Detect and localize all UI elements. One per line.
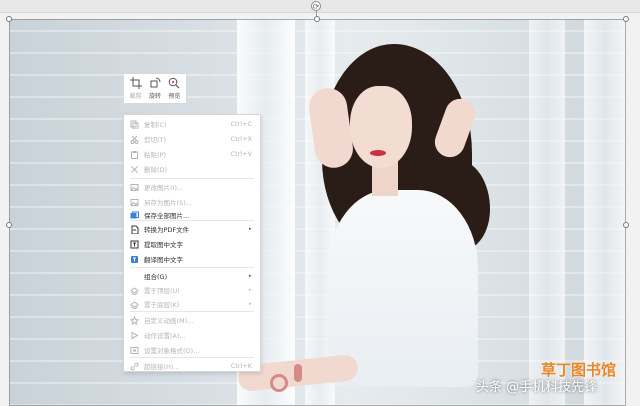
submenu-arrow-icon: ▸	[249, 226, 252, 232]
menu-separator	[130, 311, 254, 312]
menu-item-label: 设置对象格式(O)...	[144, 347, 200, 355]
menu-item-label: 删除(D)	[144, 166, 168, 174]
menu-item[interactable]: 置于顶层(U) ▸	[124, 283, 260, 297]
menu-item-label: 置于底层(K)	[144, 301, 180, 309]
paste-icon	[129, 149, 139, 159]
menu-item-label: 组合(G)	[144, 273, 168, 281]
translate-icon	[129, 254, 139, 264]
scissors-icon	[129, 134, 139, 144]
menu-item-icon-slot	[129, 271, 139, 281]
person-lips	[370, 150, 386, 156]
menu-item-label: 提取图中文字	[144, 241, 183, 249]
bring-to-front-icon	[129, 285, 139, 295]
menu-item-label: 超链接(H)...	[144, 363, 180, 371]
format-object-icon	[129, 345, 139, 355]
menu-item-label: 翻译图中文字	[144, 256, 183, 264]
menu-item[interactable]: 翻译图中文字	[124, 252, 260, 266]
crop-button[interactable]: 裁剪	[126, 77, 145, 100]
resize-handle-top-left[interactable]	[6, 16, 12, 22]
menu-item[interactable]: 提取图中文字	[124, 237, 260, 251]
menu-item-label: 另存为图片(S)...	[144, 199, 192, 207]
menu-separator	[130, 267, 254, 268]
action-icon	[129, 330, 139, 340]
menu-item-label: 自定义动画(M)...	[144, 317, 194, 325]
menu-item[interactable]: 超链接(H)... Ctrl+K	[124, 359, 260, 373]
menu-item-shortcut: Ctrl+V	[230, 150, 252, 158]
bracelet	[294, 364, 302, 382]
preview-label: 预览	[168, 93, 181, 100]
menu-item[interactable]: 置于底层(K) ▸	[124, 297, 260, 311]
menu-separator	[130, 178, 254, 179]
menu-item-shortcut: Ctrl+C	[230, 120, 252, 128]
rotate-button[interactable]: 旋转	[145, 77, 164, 100]
resize-handle-top-right[interactable]	[623, 16, 629, 22]
menu-item-label: 保存全部图片...	[144, 212, 190, 220]
picture-mini-toolbar: 裁剪 旋转 预览	[123, 73, 187, 104]
watermark-author: 头条 @手机科技先锋	[476, 380, 598, 395]
submenu-arrow-icon: ▸	[249, 301, 252, 307]
menu-item[interactable]: 组合(G) ▸	[124, 269, 260, 283]
pdf-icon	[129, 224, 139, 234]
hyperlink-icon	[129, 361, 139, 371]
curtain	[584, 19, 626, 406]
menu-item[interactable]: 复制(C) Ctrl+C	[124, 117, 260, 131]
copy-icon	[129, 119, 139, 129]
menu-item-label: 粘贴(P)	[144, 151, 166, 159]
menu-item[interactable]: 自定义动画(M)...	[124, 313, 260, 327]
menu-separator	[130, 220, 254, 221]
menu-item-shortcut: Ctrl+X	[230, 135, 252, 143]
menu-item[interactable]: 剪切(T) Ctrl+X	[124, 132, 260, 146]
rotate-handle[interactable]: ⟳	[311, 1, 321, 11]
bracelet	[270, 374, 288, 392]
menu-item-label: 复制(C)	[144, 121, 167, 129]
menu-item[interactable]: 动作设置(A)...	[124, 328, 260, 342]
menu-item[interactable]: 转换为PDF文件 ▸	[124, 222, 260, 236]
preview-button[interactable]: 预览	[165, 77, 184, 100]
menu-item[interactable]: 删除(D)	[124, 162, 260, 176]
menu-separator	[130, 357, 254, 358]
submenu-arrow-icon: ▸	[249, 273, 252, 279]
rotate-icon	[150, 77, 161, 88]
menu-item[interactable]: 设置对象格式(O)...	[124, 343, 260, 357]
selected-picture[interactable]	[9, 19, 626, 406]
context-menu: 复制(C) Ctrl+C 剪切(T) Ctrl+X 粘贴(P) Ctrl+V 删除(D) 更改…	[123, 114, 261, 372]
menu-item-shortcut: Ctrl+K	[230, 362, 252, 370]
menu-item[interactable]: 粘贴(P) Ctrl+V	[124, 147, 260, 161]
menu-item[interactable]: 另存为图片(S)...	[124, 195, 260, 209]
extract-text-icon	[129, 239, 139, 249]
menu-item[interactable]: 更改图片(I)...	[124, 180, 260, 194]
menu-item-label: 转换为PDF文件	[144, 226, 190, 234]
save-all-pictures-icon	[129, 210, 139, 220]
zoom-preview-icon	[169, 77, 180, 89]
menu-item-label: 剪切(T)	[144, 136, 167, 144]
resize-handle-left[interactable]	[6, 222, 12, 228]
crop-icon	[129, 77, 142, 89]
resize-handle-top[interactable]	[314, 16, 320, 22]
save-as-picture-icon	[129, 197, 139, 207]
change-picture-icon	[129, 182, 139, 192]
send-to-back-icon	[129, 299, 139, 309]
submenu-arrow-icon: ▸	[249, 287, 252, 293]
crop-label: 裁剪	[129, 93, 142, 100]
resize-handle-right[interactable]	[623, 222, 629, 228]
menu-item-label: 更改图片(I)...	[144, 184, 184, 192]
menu-item-label: 置于顶层(U)	[144, 287, 180, 295]
animation-icon	[129, 315, 139, 325]
menu-item-label: 动作设置(A)...	[144, 332, 186, 340]
rotate-label: 旋转	[148, 93, 161, 100]
delete-icon	[129, 164, 139, 174]
curtain	[529, 19, 565, 406]
